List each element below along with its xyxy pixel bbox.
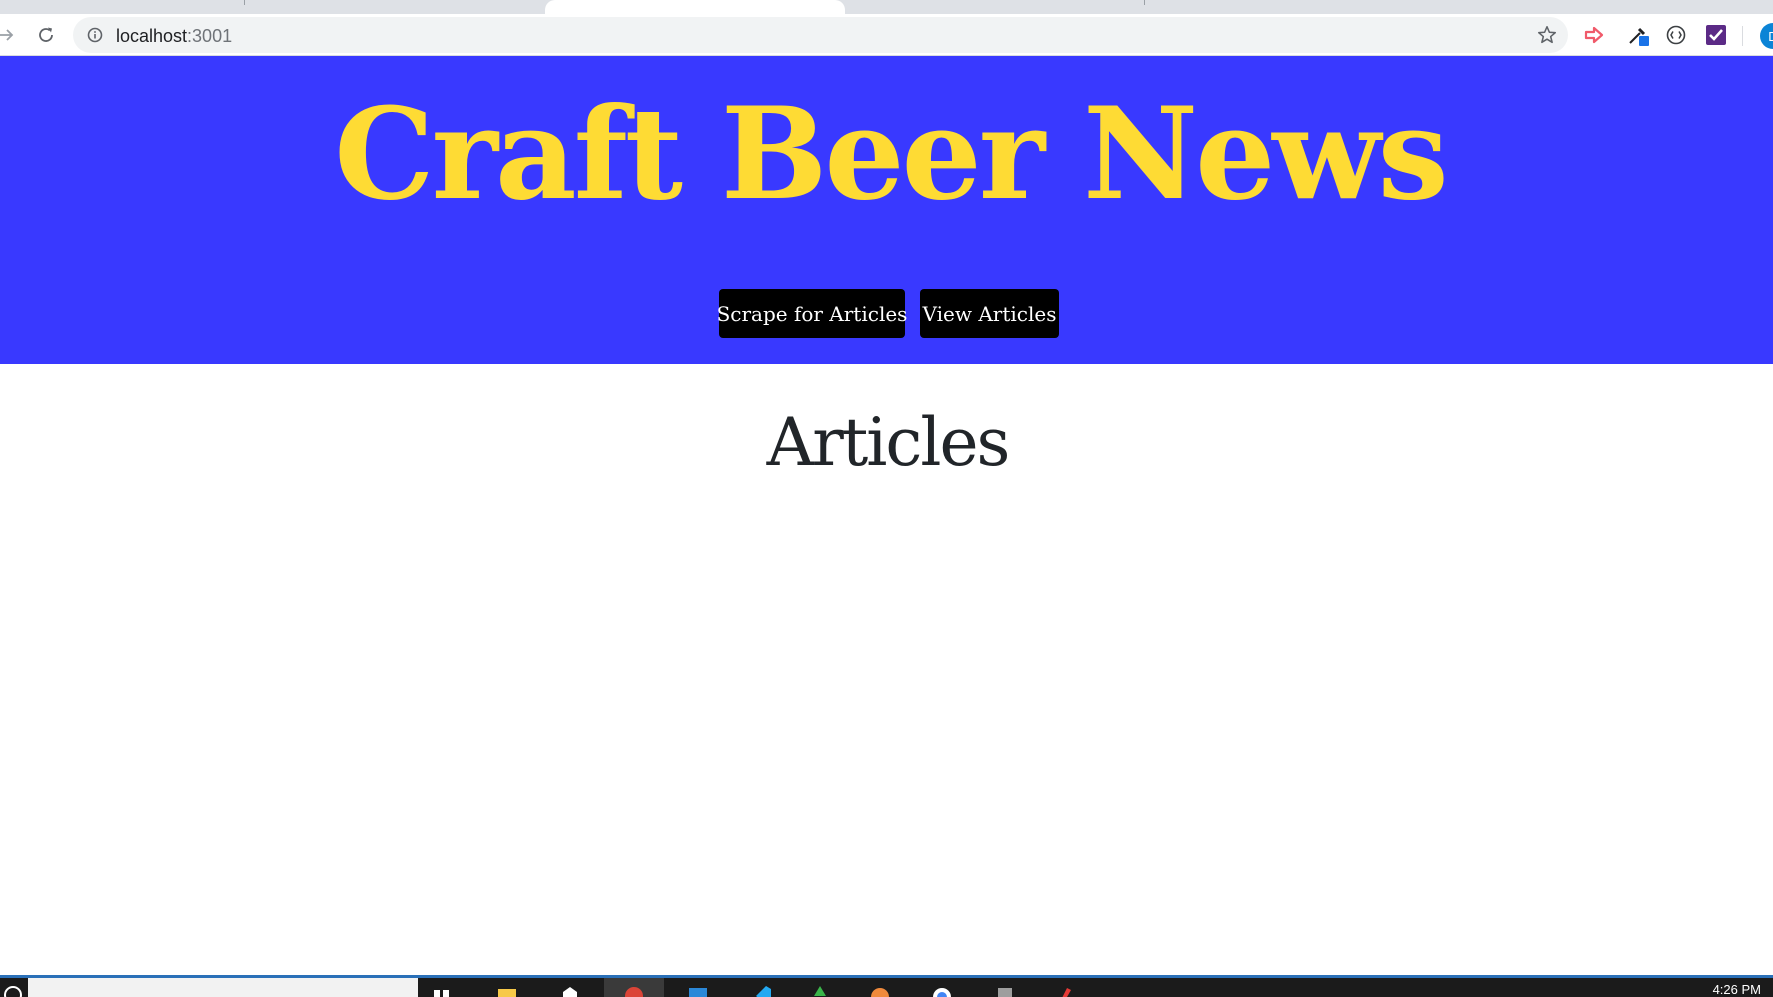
address-bar[interactable]: localhost:3001: [73, 17, 1568, 53]
url-text[interactable]: localhost:3001: [116, 26, 232, 47]
view-articles-button[interactable]: View Articles: [920, 289, 1059, 338]
scrape-articles-button[interactable]: Scrape for Articles: [717, 289, 907, 338]
app-blue-circle-icon[interactable]: [932, 984, 952, 997]
vscode-icon[interactable]: [752, 984, 772, 997]
reload-icon: [39, 27, 53, 42]
taskbar-search-box[interactable]: [28, 978, 418, 997]
toolbar-divider: [1742, 26, 1743, 46]
url-port: :3001: [187, 26, 233, 46]
browser-tab-strip: [0, 0, 1773, 14]
bookmark-star-icon[interactable]: [1536, 24, 1558, 46]
code-extension-icon[interactable]: [1665, 24, 1687, 46]
page-header: Craft Beer News Scrape for Articles View…: [0, 56, 1773, 364]
forward-button[interactable]: [0, 21, 20, 49]
app-orange-icon[interactable]: [870, 984, 890, 997]
reload-button[interactable]: [32, 21, 60, 49]
screen: localhost:3001 D Craft Beer News Scrape …: [0, 0, 1773, 997]
url-host: localhost: [116, 26, 188, 46]
articles-heading: Articles: [766, 404, 1011, 481]
app-icon[interactable]: [688, 984, 708, 997]
browser-tab[interactable]: [245, 0, 545, 14]
arrow-right-icon: [0, 29, 14, 41]
chrome-icon[interactable]: [624, 984, 644, 997]
taskbar-clock[interactable]: 4:26 PM: [1713, 982, 1761, 997]
color-picker-icon[interactable]: [1627, 24, 1649, 46]
info-icon[interactable]: [87, 27, 103, 43]
pocket-check-icon[interactable]: [1705, 24, 1727, 46]
browser-toolbar: localhost:3001 D: [0, 14, 1773, 56]
app-red-icon[interactable]: [1055, 984, 1075, 997]
search-icon[interactable]: [2, 984, 22, 997]
browser-tab[interactable]: [0, 0, 245, 14]
app-document-icon[interactable]: [995, 984, 1015, 997]
extension-arrow-icon[interactable]: [1583, 24, 1605, 46]
browser-tab-active[interactable]: [545, 0, 845, 14]
file-explorer-icon[interactable]: [497, 984, 517, 997]
site-title: Craft Beer News: [334, 80, 1448, 228]
profile-avatar[interactable]: D: [1760, 23, 1773, 49]
browser-tab[interactable]: [845, 0, 1145, 14]
task-view-icon[interactable]: [432, 984, 452, 997]
os-taskbar: 4:26 PM: [0, 975, 1773, 997]
app-green-icon[interactable]: [810, 984, 830, 997]
store-icon[interactable]: [560, 984, 580, 997]
